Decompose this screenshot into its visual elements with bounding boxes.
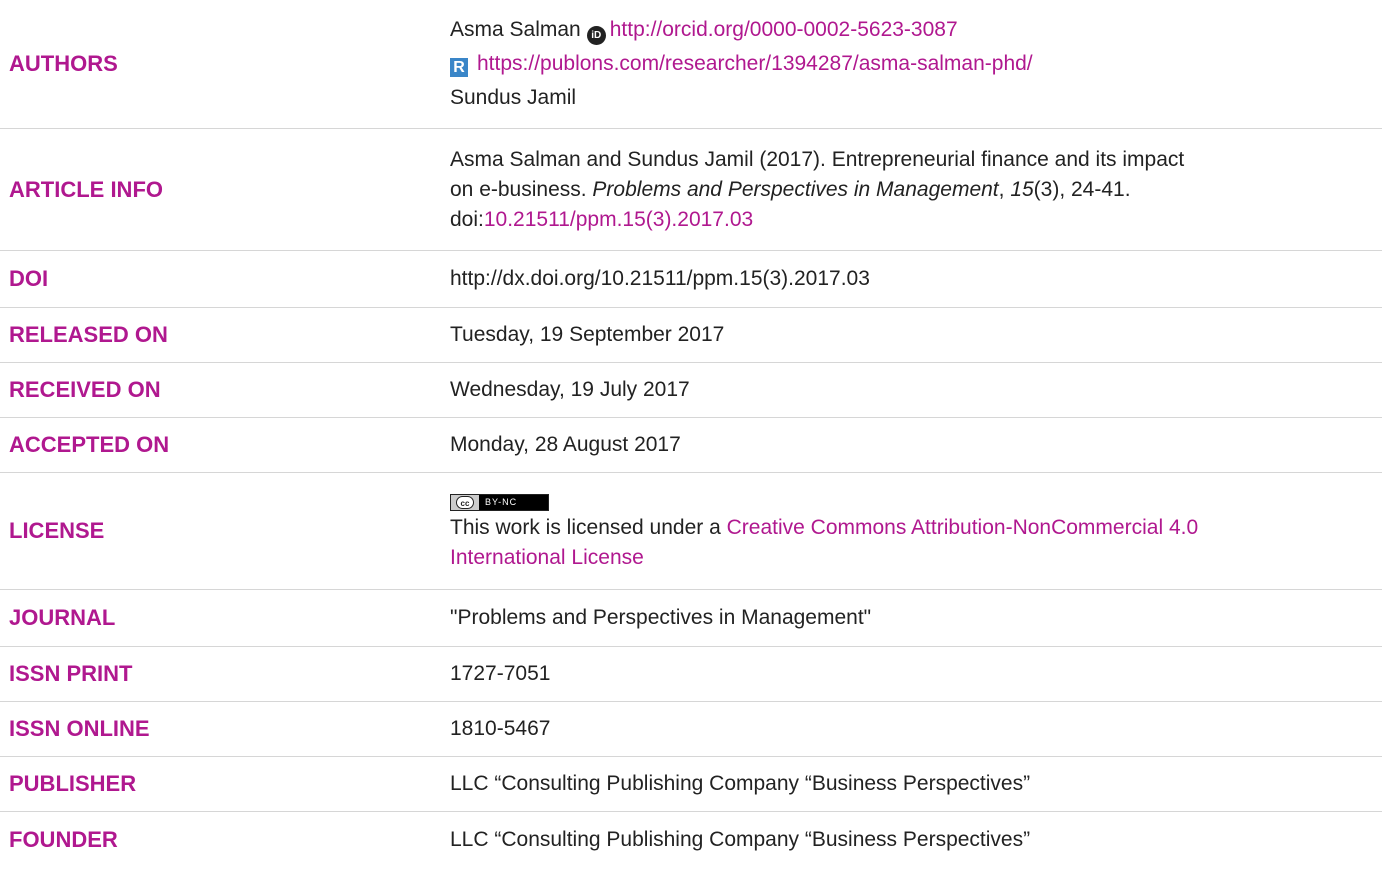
authors-label: AUTHORS [9, 51, 118, 76]
accepted-on-row: ACCEPTED ON Monday, 28 August 2017 [0, 418, 1382, 473]
issn-print-row: ISSN PRINT 1727-7051 [0, 647, 1382, 702]
publons-link[interactable]: https://publons.com/researcher/1394287/a… [477, 52, 1033, 75]
released-on-value: Tuesday, 19 September 2017 [450, 323, 725, 346]
article-metadata-table: AUTHORS Asma Salman iD http://orcid.org/00… [0, 0, 1382, 867]
author-name-asma-salman: Asma Salman [450, 18, 581, 41]
received-on-row: RECEIVED ON Wednesday, 19 July 2017 [0, 363, 1382, 418]
authors-value: Asma Salman iD http://orcid.org/0000-0002-… [449, 0, 1382, 128]
authors-row: AUTHORS Asma Salman iD http://orcid.org/00… [0, 0, 1382, 129]
issn-online-label: ISSN ONLINE [9, 716, 150, 741]
author-name-sundus-jamil: Sundus Jamil [450, 86, 577, 109]
license-label: LICENSE [9, 518, 105, 543]
journal-label: JOURNAL [9, 605, 116, 630]
received-on-value: Wednesday, 19 July 2017 [450, 378, 690, 401]
journal-row: JOURNAL "Problems and Perspectives in Ma… [0, 590, 1382, 647]
license-value: cc BY-NC This work is licensed under a C… [449, 473, 1382, 589]
accepted-on-value: Monday, 28 August 2017 [450, 433, 681, 456]
license-link-continued[interactable]: International License [450, 546, 644, 569]
citation-text: Asma Salman and Sundus Jamil (2017). Ent… [450, 147, 1185, 171]
publisher-value: LLC “Consulting Publishing Company “Busi… [450, 772, 1031, 795]
article-info-row: ARTICLE INFO Asma Salman and Sundus Jami… [0, 129, 1382, 251]
publons-icon: R [450, 58, 468, 77]
accepted-on-label: ACCEPTED ON [9, 432, 170, 457]
publisher-row: PUBLISHER LLC “Consulting Publishing Com… [0, 757, 1382, 812]
received-on-label: RECEIVED ON [9, 377, 161, 402]
citation-journal: Problems and Perspectives in Management [592, 177, 999, 201]
journal-value: "Problems and Perspectives in Management… [450, 606, 872, 629]
license-row: LICENSE cc BY-NC This work is licensed u… [0, 473, 1382, 590]
publisher-label: PUBLISHER [9, 771, 137, 796]
orcid-icon: iD [586, 26, 606, 45]
issn-online-value: 1810-5467 [450, 717, 551, 740]
license-link[interactable]: Creative Commons Attribution-NonCommerci… [727, 516, 1199, 539]
founder-value: LLC “Consulting Publishing Company “Busi… [450, 827, 1031, 851]
founder-row: FOUNDER LLC “Consulting Publishing Compa… [0, 812, 1382, 867]
license-text: This work is licensed under a [450, 515, 727, 539]
cc-logo-icon: cc [456, 495, 474, 509]
founder-label: FOUNDER [9, 826, 118, 852]
citation-volume: 15 [1010, 177, 1034, 201]
citation-doi-link[interactable]: 10.21511/ppm.15(3).2017.03 [484, 208, 753, 231]
issn-online-row: ISSN ONLINE 1810-5467 [0, 702, 1382, 757]
doi-value: http://dx.doi.org/10.21511/ppm.15(3).201… [450, 267, 870, 290]
article-info-label: ARTICLE INFO [9, 176, 163, 202]
article-info-value: Asma Salman and Sundus Jamil (2017). Ent… [450, 147, 1185, 231]
cc-badge-text: BY-NC [479, 494, 548, 510]
released-on-label: RELEASED ON [9, 322, 168, 347]
doi-row: DOI http://dx.doi.org/10.21511/ppm.15(3)… [0, 251, 1382, 308]
released-on-row: RELEASED ON Tuesday, 19 September 2017 [0, 308, 1382, 363]
cc-by-nc-badge[interactable]: cc BY-NC [450, 493, 549, 511]
issn-print-value: 1727-7051 [450, 662, 551, 685]
orcid-link[interactable]: http://orcid.org/0000-0002-5623-3087 [610, 18, 958, 41]
doi-label: DOI [9, 266, 49, 291]
issn-print-label: ISSN PRINT [9, 661, 133, 686]
